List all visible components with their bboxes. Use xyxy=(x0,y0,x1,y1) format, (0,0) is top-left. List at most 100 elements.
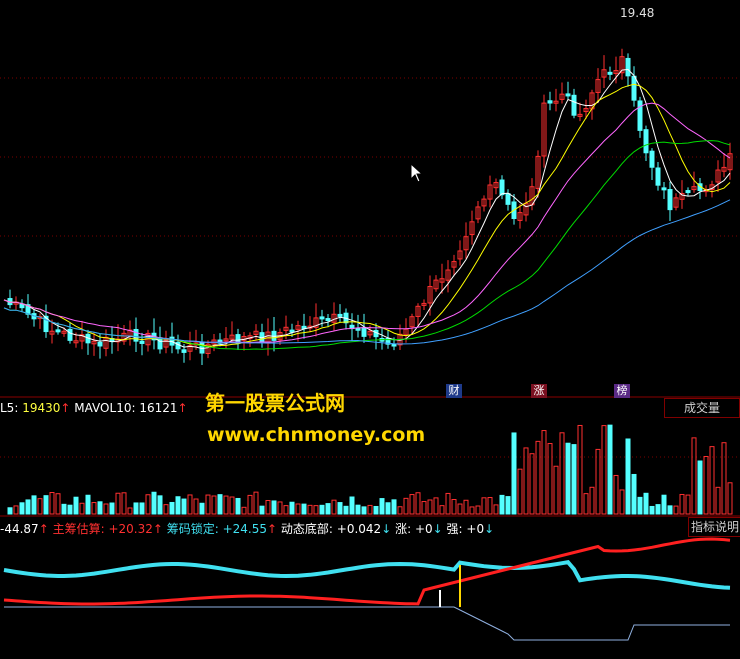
volume-bar xyxy=(139,502,145,515)
tag-text: 榜 xyxy=(616,384,628,397)
volume-bar xyxy=(373,505,379,515)
volume-bar xyxy=(253,491,259,515)
volume-bar xyxy=(577,424,583,515)
volume-bar xyxy=(103,503,109,515)
mouse-cursor-icon xyxy=(410,163,424,183)
candle-body xyxy=(649,150,655,168)
strong-value: +0 xyxy=(466,522,485,536)
volume-bar xyxy=(367,504,373,515)
volume-bar xyxy=(667,505,673,515)
candlestick-chart xyxy=(7,48,733,365)
ma-line xyxy=(3,102,731,344)
volume-bar xyxy=(217,494,223,515)
volume-bar xyxy=(493,504,499,515)
volume-bar xyxy=(295,503,301,515)
candle-body xyxy=(157,337,163,350)
candle-body xyxy=(607,71,613,75)
volume-bar xyxy=(325,503,331,515)
volume-bar xyxy=(691,437,697,515)
volume-bar xyxy=(397,506,403,515)
volume-bar xyxy=(559,432,565,515)
volume-bar xyxy=(679,493,685,515)
volume-bar xyxy=(361,506,367,515)
volume-bar xyxy=(277,501,283,515)
volume-bar xyxy=(445,492,451,515)
volume-bar xyxy=(469,506,475,515)
volume-bar xyxy=(43,495,49,515)
candle-body xyxy=(565,93,571,97)
volume-bar xyxy=(97,501,103,515)
news-tag-bang[interactable]: 榜 xyxy=(614,384,630,398)
ma-line xyxy=(3,140,731,350)
candle-body xyxy=(685,190,691,194)
volume-bar xyxy=(283,505,289,515)
volume-bar xyxy=(25,499,31,515)
volume-bar xyxy=(595,448,601,515)
volume-bar xyxy=(331,499,337,515)
news-tag-cai[interactable]: 财 xyxy=(446,384,462,398)
volume-bar xyxy=(487,497,493,515)
volume-bar xyxy=(169,501,175,515)
candle-body xyxy=(547,100,553,104)
volume-bar xyxy=(31,495,37,515)
news-tag-zhang[interactable]: 涨 xyxy=(531,384,547,398)
volume-bar xyxy=(601,425,607,515)
high-price-label: 19.48 xyxy=(620,6,655,20)
volume-bar xyxy=(721,442,727,515)
volume-bar xyxy=(313,505,319,515)
watermark-url: www.chnmoney.com xyxy=(207,424,426,446)
strong-arrow: ↓ xyxy=(484,522,495,536)
main-chip-value: +20.32 xyxy=(108,522,153,536)
volume-bar xyxy=(655,504,661,515)
ma10-arrow: ↑ xyxy=(177,401,188,415)
volume-bar xyxy=(403,497,409,515)
indicator-help-button[interactable]: 指标说明 xyxy=(688,517,740,537)
main-chip-arrow: ↑ xyxy=(152,522,163,536)
candle-body xyxy=(661,187,667,191)
ma-line xyxy=(3,68,731,350)
volume-bar xyxy=(541,430,547,515)
volume-bar xyxy=(343,505,349,515)
volume-bar xyxy=(301,503,307,515)
volume-bar xyxy=(697,460,703,515)
volume-bar xyxy=(535,440,541,515)
candle-body xyxy=(337,313,343,317)
rise-label: 涨: xyxy=(395,522,415,536)
volume-bar xyxy=(421,501,427,515)
dynamic-bottom-arrow: ↓ xyxy=(381,522,392,536)
volume-bar xyxy=(235,497,241,515)
volume-bar xyxy=(265,499,271,515)
volume-bar xyxy=(355,504,361,515)
volume-bar xyxy=(673,505,679,515)
volume-button[interactable]: 成交量 xyxy=(664,398,740,418)
volume-bar xyxy=(193,498,199,515)
candle-body xyxy=(199,341,205,354)
volume-bar xyxy=(127,507,133,515)
moving-average-lines xyxy=(3,68,731,350)
volume-bar xyxy=(223,495,229,515)
volume-bar xyxy=(631,473,637,515)
volume-bar xyxy=(229,496,235,515)
chip-lock-label: 筹码锁定: xyxy=(166,522,223,536)
dynamic-bottom-value: +0.042 xyxy=(336,522,382,536)
candle-body xyxy=(319,316,325,320)
volume-bar xyxy=(607,424,613,515)
volume-bar xyxy=(49,492,55,515)
ma10-label: MAVOL10: xyxy=(74,401,140,415)
volume-bar xyxy=(349,496,355,515)
volume-bar xyxy=(433,497,439,515)
volume-bar xyxy=(619,489,625,515)
volume-bar xyxy=(151,491,157,515)
volume-bar xyxy=(73,496,79,515)
chart-canvas[interactable] xyxy=(0,0,740,659)
volume-bar xyxy=(391,499,397,515)
ma5-label: L5: xyxy=(0,401,23,415)
volume-bar xyxy=(625,438,631,515)
candle-body xyxy=(631,75,637,101)
strong-label: 强: xyxy=(446,522,467,536)
volume-bar xyxy=(13,505,19,515)
chip-lock-arrow: ↑ xyxy=(267,522,278,536)
volume-bar xyxy=(205,494,211,515)
volume-button-label: 成交量 xyxy=(683,401,720,415)
volume-bar xyxy=(67,504,73,515)
